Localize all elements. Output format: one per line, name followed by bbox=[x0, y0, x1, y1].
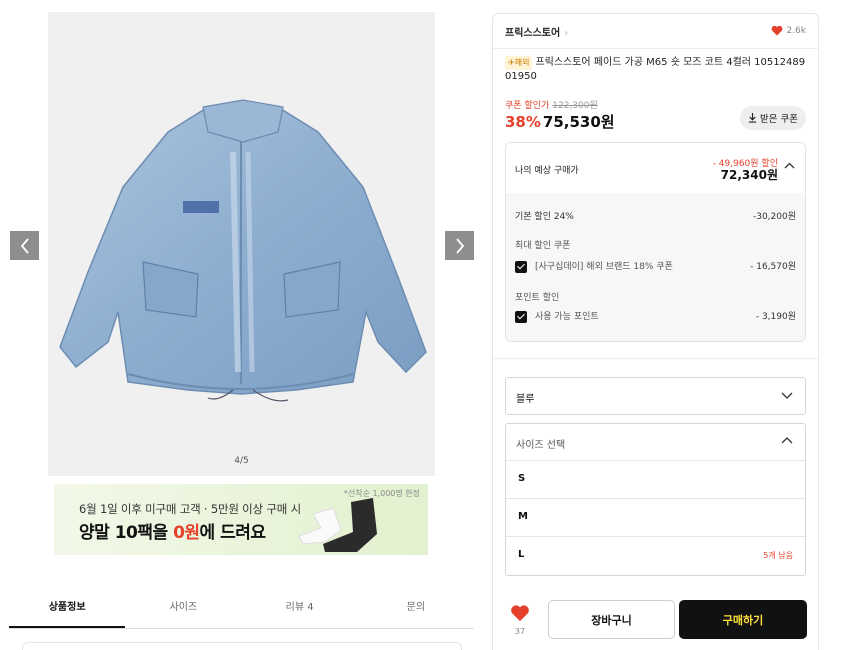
content-box-edge bbox=[22, 642, 462, 650]
estimate-details: 기본 할인 24% -30,200원 최대 할인 쿠폰 [사구십데이] 해외 브랜… bbox=[506, 193, 805, 341]
divider bbox=[493, 48, 818, 49]
image-counter: 4/5 bbox=[234, 456, 249, 466]
store-likes[interactable]: 2.6k bbox=[771, 25, 806, 36]
chevron-right-icon: › bbox=[564, 28, 569, 39]
size-option-m[interactable]: M bbox=[506, 499, 805, 537]
tab-inquiry[interactable]: 문의 bbox=[358, 596, 474, 628]
prev-image-button[interactable] bbox=[10, 231, 39, 260]
max-coupon-label: 최대 할인 쿠폰 bbox=[515, 241, 571, 251]
tab-product-info[interactable]: 상품정보 bbox=[9, 596, 126, 628]
coupon-row[interactable]: [사구십데이] 해외 브랜드 18% 쿠폰 - 16,570원 bbox=[515, 259, 796, 273]
received-coupon-button[interactable]: 받은 쿠폰 bbox=[740, 106, 806, 130]
store-name[interactable]: 프릭스스토어 › bbox=[505, 24, 568, 39]
tab-size[interactable]: 사이즈 bbox=[125, 596, 241, 628]
chevron-up-icon bbox=[781, 437, 793, 444]
wish-count: 37 bbox=[514, 627, 526, 636]
sale-price: 38% 75,530원 bbox=[505, 113, 615, 131]
banner-line2: 양말 10팩을 0원에 드려요 bbox=[79, 523, 266, 543]
jacket-image bbox=[59, 99, 427, 402]
heart-icon bbox=[511, 605, 529, 622]
point-label: 포인트 할인 bbox=[515, 293, 560, 303]
checkbox-icon[interactable] bbox=[515, 310, 527, 323]
estimated-price-box: 나의 예상 구매가 - 49,960원 할인 72,340원 기본 할인 24%… bbox=[505, 142, 806, 342]
discount-rate: 38% bbox=[505, 113, 541, 131]
size-option-s[interactable]: S bbox=[506, 461, 805, 499]
base-discount-row: 기본 할인 24% -30,200원 bbox=[515, 212, 796, 222]
chevron-down-icon bbox=[781, 392, 793, 399]
size-select[interactable]: 사이즈 선택 S M L 5개 남음 bbox=[505, 423, 806, 576]
stock-remaining: 5개 남음 bbox=[763, 551, 793, 560]
chevron-right-icon bbox=[455, 237, 464, 254]
chevron-up-icon bbox=[784, 162, 795, 169]
divider bbox=[493, 358, 818, 359]
estimate-header[interactable]: 나의 예상 구매가 - 49,960원 할인 72,340원 bbox=[506, 143, 805, 193]
promo-banner[interactable]: 6월 1일 이후 미구매 고객 · 5만원 이상 구매 시 양말 10팩을 0원… bbox=[54, 484, 428, 555]
product-image-gallery[interactable]: 4/5 bbox=[48, 12, 435, 476]
buy-now-button[interactable]: 구매하기 bbox=[679, 600, 807, 639]
point-row[interactable]: 사용 가능 포인트 - 3,190원 bbox=[515, 309, 796, 323]
wish-button[interactable]: 37 bbox=[509, 604, 531, 636]
banner-line1: 6월 1일 이후 미구매 고객 · 5만원 이상 구매 시 bbox=[79, 502, 301, 516]
product-title: ✈해외 프릭스스토어 페이드 가공 M65 숏 모즈 코트 4컬러 1051248… bbox=[505, 56, 806, 82]
original-price: 122,300원 bbox=[552, 101, 598, 111]
size-option-l[interactable]: L 5개 남음 bbox=[506, 537, 805, 575]
purchase-panel: 프릭스스토어 › 2.6k ✈해외 프릭스스토어 페이드 가공 M65 숏 모즈 코… bbox=[492, 13, 819, 650]
overseas-badge: ✈해외 bbox=[505, 56, 533, 70]
size-select-header[interactable]: 사이즈 선택 bbox=[506, 424, 805, 461]
download-icon bbox=[748, 113, 757, 123]
tab-reviews[interactable]: 리뷰 4 bbox=[242, 596, 358, 628]
product-tabs: 상품정보 사이즈 리뷰 4 문의 bbox=[9, 596, 474, 629]
coupon-price-label: 쿠폰 할인가 122,300원 bbox=[505, 101, 598, 111]
chevron-left-icon bbox=[20, 237, 29, 254]
socks-icon bbox=[298, 498, 377, 552]
next-image-button[interactable] bbox=[445, 231, 474, 260]
checkbox-icon[interactable] bbox=[515, 260, 527, 273]
add-to-cart-button[interactable]: 장바구니 bbox=[548, 600, 675, 639]
heart-icon bbox=[772, 25, 783, 36]
estimate-total: 72,340원 bbox=[720, 168, 778, 182]
color-select[interactable]: 블루 bbox=[505, 377, 806, 415]
